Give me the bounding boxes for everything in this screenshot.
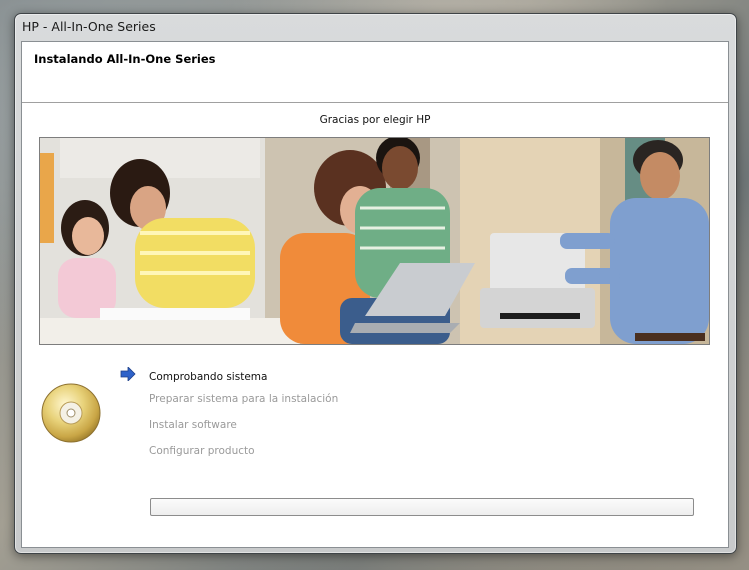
step-prepare-system: Preparar sistema para la instalación: [149, 393, 339, 405]
window-title: HP - All-In-One Series: [22, 19, 156, 34]
step-configure-product: Configurar producto: [149, 445, 255, 457]
tagline: Gracias por elegir HP: [319, 114, 431, 126]
header-divider: [22, 102, 728, 103]
header-title: Instalando All-In-One Series: [34, 52, 216, 66]
arrow-right-icon: [120, 366, 136, 385]
installer-window: HP - All-In-One Series Instalando All-In…: [14, 13, 737, 554]
step-checking-system: Comprobando sistema: [149, 371, 268, 383]
progress-bar: [150, 498, 694, 516]
cd-icon: [40, 382, 102, 448]
title-bar[interactable]: HP - All-In-One Series: [15, 14, 736, 41]
step-install-software: Instalar software: [149, 419, 237, 431]
hero-banner-image: [39, 137, 710, 345]
installer-panel: Instalando All-In-One Series Gracias por…: [21, 41, 729, 548]
